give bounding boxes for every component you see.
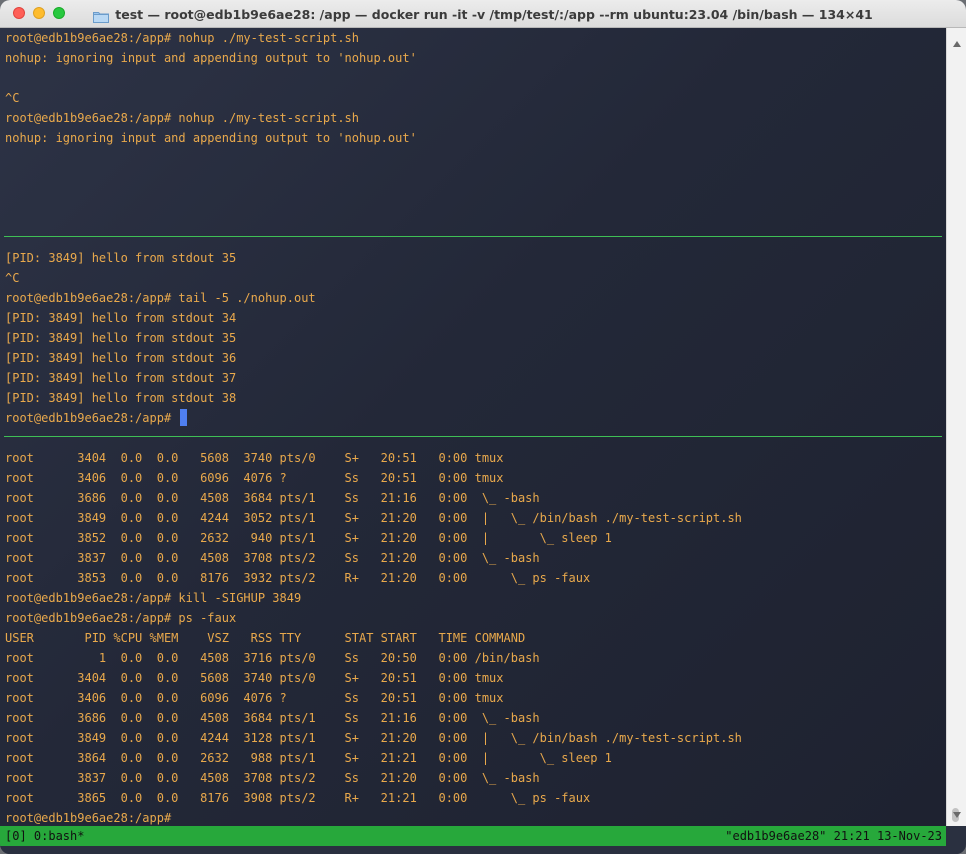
terminal-line: nohup: ignoring input and appending outp… — [5, 131, 417, 145]
scrollbar[interactable] — [946, 28, 966, 826]
terminal-line: root@edb1b9e6ae28:/app# — [5, 811, 172, 825]
terminal-line: root 3406 0.0 0.0 6096 4076 ? Ss 20:51 0… — [5, 471, 504, 485]
window-bottom-edge — [0, 846, 966, 854]
pane-middle[interactable]: [PID: 3849] hello from stdout 35 ^C root… — [0, 248, 946, 428]
terminal-line: [PID: 3849] hello from stdout 37 — [5, 371, 237, 385]
tmux-status-bar: [0] 0:bash* "edb1b9e6ae28" 21:21 13-Nov-… — [0, 826, 946, 846]
terminal-line: nohup: ignoring input and appending outp… — [5, 51, 417, 65]
folder-icon — [93, 8, 110, 23]
window-title-group: test — root@edb1b9e6ae28: /app — docker … — [0, 0, 966, 28]
terminal-line: [PID: 3849] hello from stdout 36 — [5, 351, 237, 365]
terminal-line: ^C — [5, 91, 20, 105]
terminal-line: root@edb1b9e6ae28:/app# tail -5 ./nohup.… — [5, 291, 316, 305]
terminal-line: root 3865 0.0 0.0 8176 3908 pts/2 R+ 21:… — [5, 791, 591, 805]
terminal-line: [PID: 3849] hello from stdout 35 — [5, 251, 237, 265]
terminal-line: root 3686 0.0 0.0 4508 3684 pts/1 Ss 21:… — [5, 491, 540, 505]
pane-separator[interactable] — [4, 436, 942, 437]
terminal-line: USER PID %CPU %MEM VSZ RSS TTY STAT STAR… — [5, 631, 526, 645]
terminal-line: root 3406 0.0 0.0 6096 4076 ? Ss 20:51 0… — [5, 691, 504, 705]
terminal-line: [PID: 3849] hello from stdout 35 — [5, 331, 237, 345]
pane-separator[interactable] — [4, 236, 942, 237]
terminal-line: root 3853 0.0 0.0 8176 3932 pts/2 R+ 21:… — [5, 571, 591, 585]
terminal-area[interactable]: root@edb1b9e6ae28:/app# nohup ./my-test-… — [0, 28, 946, 826]
terminal-line: root 1 0.0 0.0 4508 3716 pts/0 Ss 20:50 … — [5, 651, 540, 665]
terminal-line: root 3864 0.0 0.0 2632 988 pts/1 S+ 21:2… — [5, 751, 612, 765]
terminal-line: root 3686 0.0 0.0 4508 3684 pts/1 Ss 21:… — [5, 711, 540, 725]
terminal-line: root 3404 0.0 0.0 5608 3740 pts/0 S+ 20:… — [5, 671, 504, 685]
terminal-line: root 3852 0.0 0.0 2632 940 pts/1 S+ 21:2… — [5, 531, 612, 545]
scroll-up-arrow-icon[interactable] — [953, 32, 961, 51]
terminal-line: root 3837 0.0 0.0 4508 3708 pts/2 Ss 21:… — [5, 771, 540, 785]
terminal-line: root 3849 0.0 0.0 4244 3128 pts/1 S+ 21:… — [5, 731, 742, 745]
terminal-line: root@edb1b9e6ae28:/app# ps -faux — [5, 611, 237, 625]
terminal-line: root 3404 0.0 0.0 5608 3740 pts/0 S+ 20:… — [5, 451, 504, 465]
prompt-text: root@edb1b9e6ae28:/app# — [5, 411, 179, 425]
terminal-line: [PID: 3849] hello from stdout 34 — [5, 311, 237, 325]
terminal-line: root 3849 0.0 0.0 4244 3052 pts/1 S+ 21:… — [5, 511, 742, 525]
terminal-line: root@edb1b9e6ae28:/app# kill -SIGHUP 384… — [5, 591, 302, 605]
tmux-status-right: "edb1b9e6ae28" 21:21 13-Nov-23 — [725, 829, 942, 843]
terminal-line: root 3837 0.0 0.0 4508 3708 pts/2 Ss 21:… — [5, 551, 540, 565]
pane-bottom[interactable]: root 3404 0.0 0.0 5608 3740 pts/0 S+ 20:… — [0, 448, 946, 828]
terminal-line: root@edb1b9e6ae28:/app# nohup ./my-test-… — [5, 31, 360, 45]
text-cursor — [180, 409, 188, 426]
terminal-line: root@edb1b9e6ae28:/app# nohup ./my-test-… — [5, 111, 360, 125]
pane-top[interactable]: root@edb1b9e6ae28:/app# nohup ./my-test-… — [0, 28, 946, 148]
title-bar[interactable]: test — root@edb1b9e6ae28: /app — docker … — [0, 0, 966, 28]
prompt-line[interactable]: root@edb1b9e6ae28:/app# — [0, 408, 946, 428]
window-title: test — root@edb1b9e6ae28: /app — docker … — [115, 6, 873, 22]
terminal-line: [PID: 3849] hello from stdout 38 — [5, 391, 237, 405]
tmux-window-list[interactable]: [0] 0:bash* — [5, 826, 84, 846]
terminal-line: ^C — [5, 271, 20, 285]
terminal-window: test — root@edb1b9e6ae28: /app — docker … — [0, 0, 966, 854]
scroll-down-arrow-icon[interactable] — [953, 803, 961, 822]
